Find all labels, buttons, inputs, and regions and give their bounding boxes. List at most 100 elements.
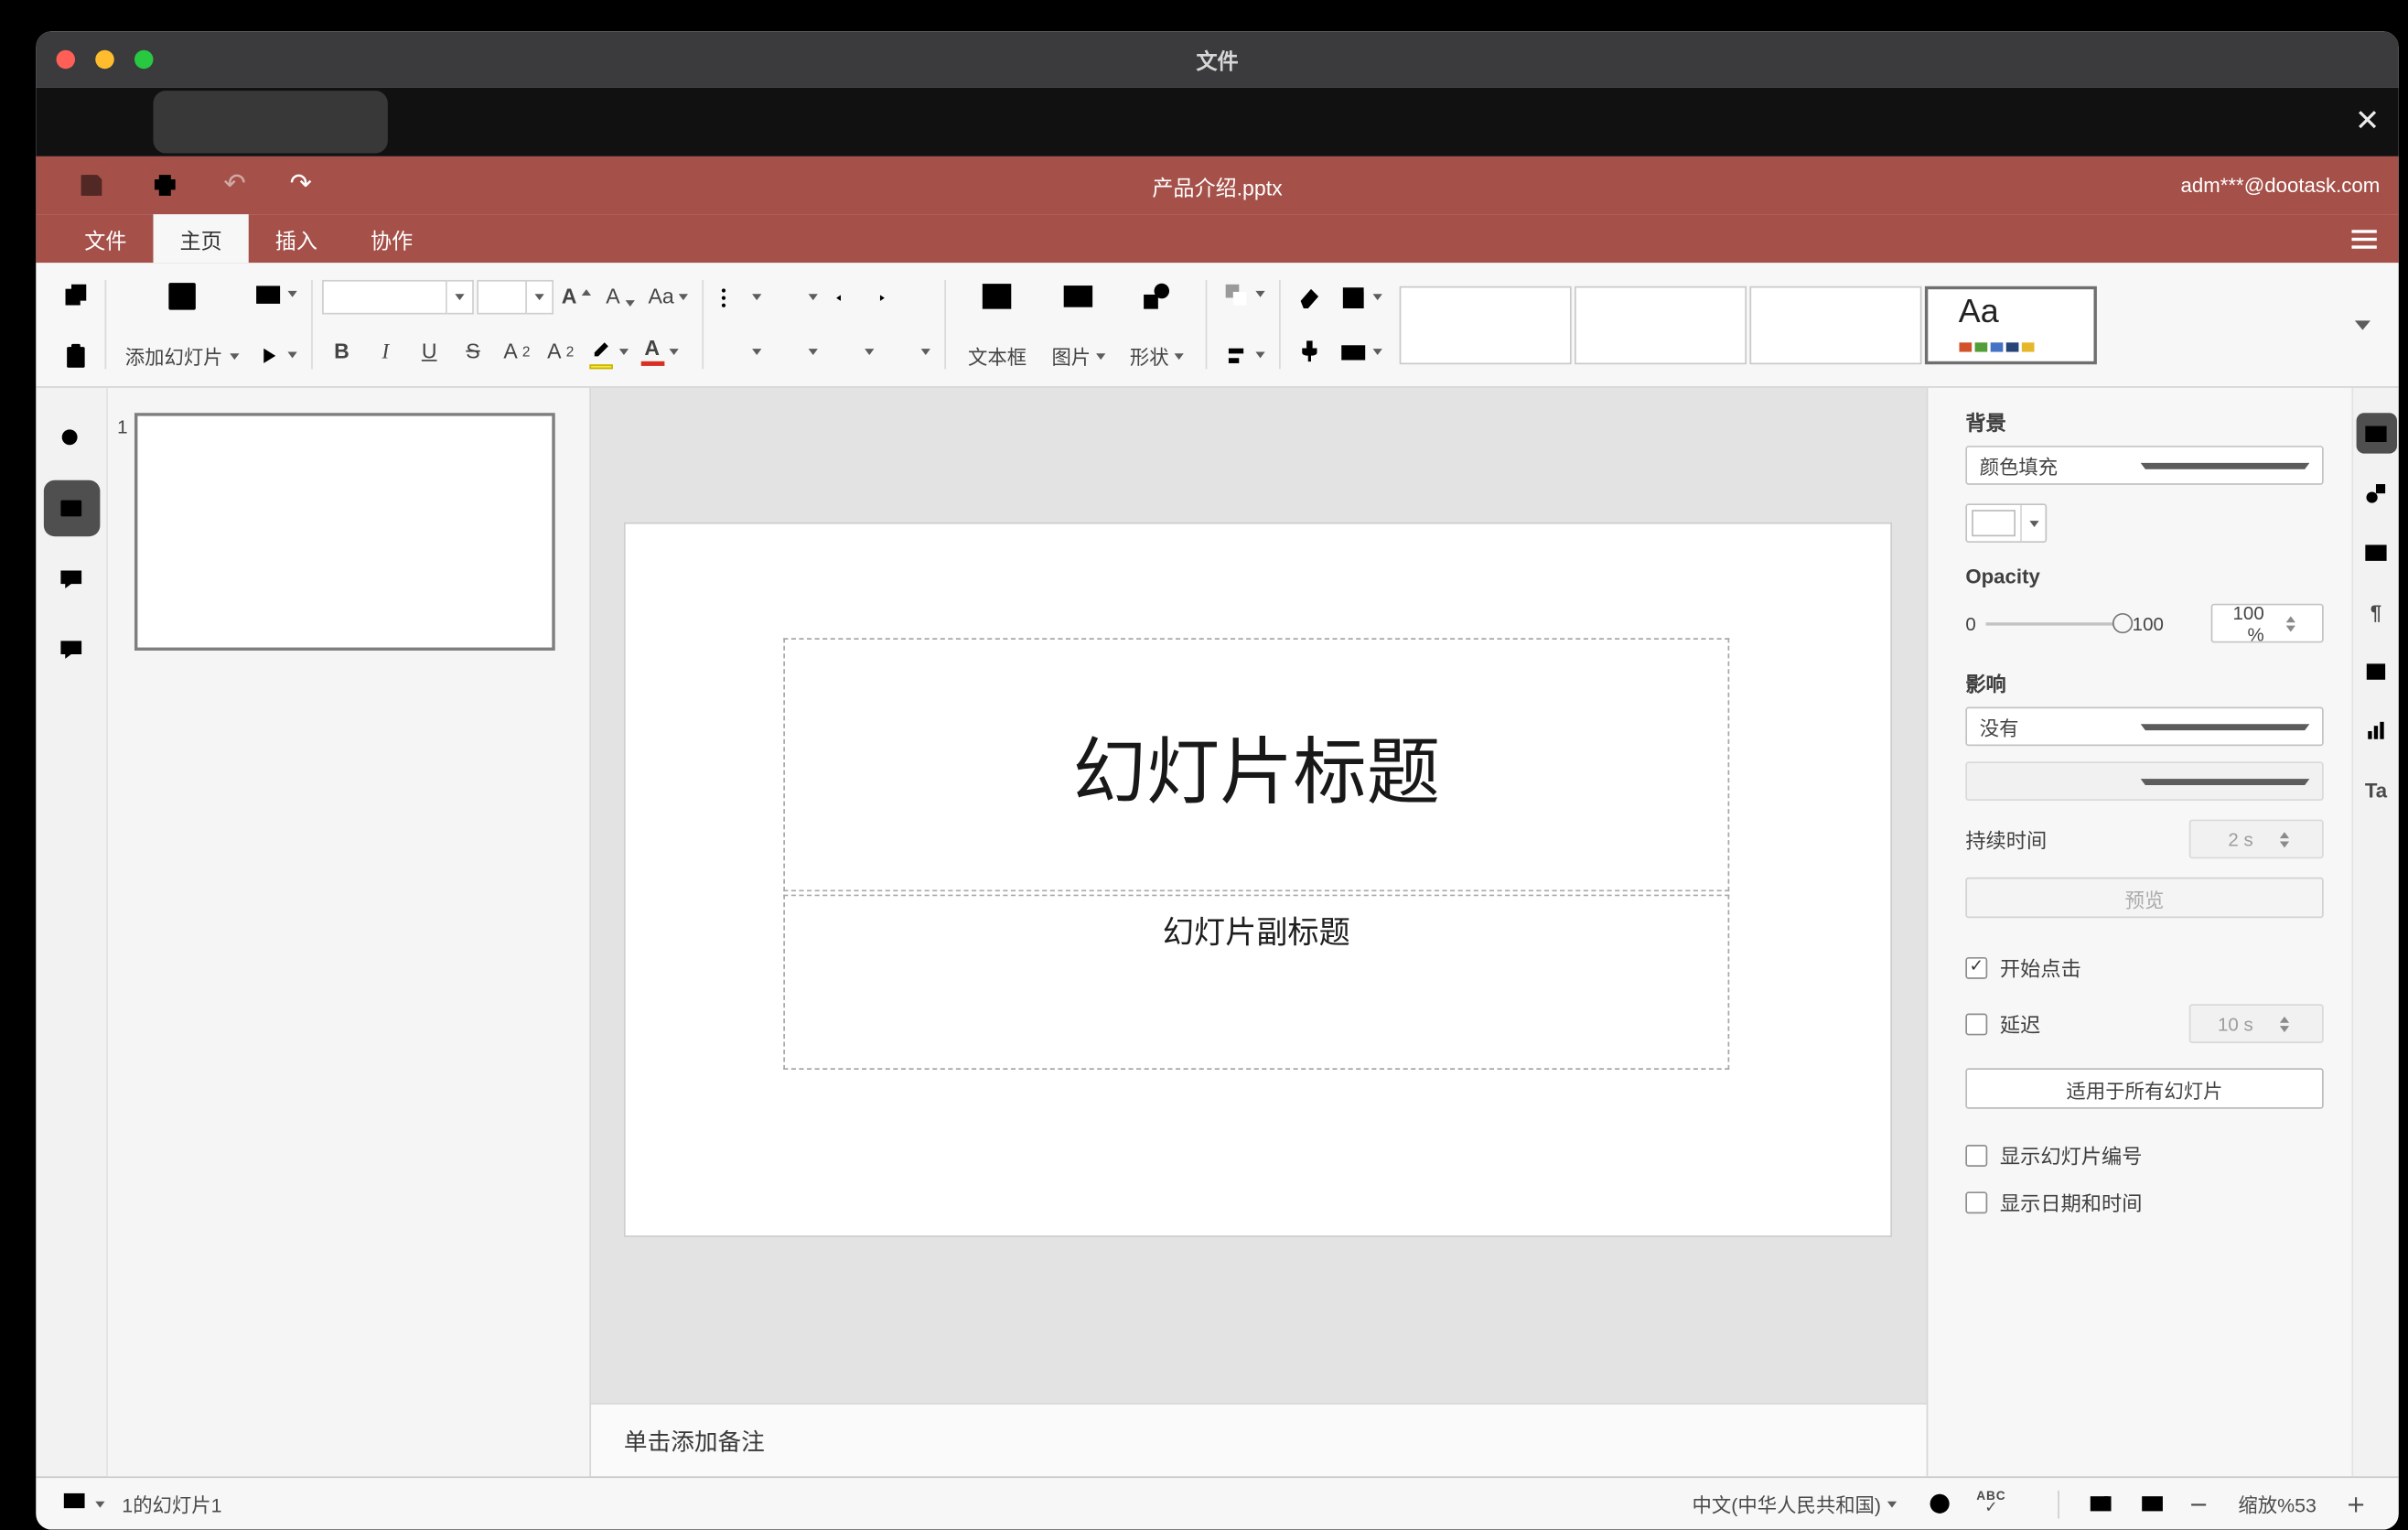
show-date-time-checkbox[interactable] (1965, 1191, 1988, 1213)
print-button[interactable] (150, 170, 179, 199)
change-case-button[interactable]: Aa (643, 277, 693, 318)
table-settings-button[interactable] (2356, 651, 2396, 691)
theme-tile-selected[interactable]: Aa (1924, 285, 2097, 364)
subscript-button[interactable]: A2 (541, 331, 581, 372)
chevron-down-icon (229, 352, 239, 360)
chart-settings-button[interactable] (2356, 710, 2396, 750)
comments-panel-button[interactable] (43, 551, 100, 608)
line-spacing-button[interactable] (825, 331, 878, 372)
spinner[interactable] (2269, 615, 2316, 631)
bold-button[interactable]: B (321, 331, 361, 372)
bullets-button[interactable] (713, 277, 766, 318)
theme-tile-blank-3[interactable] (1748, 285, 1921, 364)
chevron-down-icon (668, 349, 678, 355)
insert-shape-button[interactable]: 形状 (1117, 274, 1195, 375)
theme-tile-blank-1[interactable] (1398, 285, 1571, 364)
start-slideshow-status-button[interactable] (55, 1483, 110, 1524)
spellcheck-button[interactable]: ABC ✓ (1972, 1483, 2010, 1524)
language-button[interactable]: 中文(中华人民共和国) (1687, 1483, 1901, 1524)
undo-icon: ↶ (223, 168, 246, 200)
copy-button[interactable] (55, 274, 95, 314)
chevron-down-icon (618, 349, 629, 355)
slide-thumbnails-panel: 1 (107, 387, 592, 1477)
align-shape-button[interactable] (1216, 335, 1269, 375)
set-language-button[interactable] (1920, 1483, 1960, 1524)
slide-settings-button[interactable] (2355, 413, 2397, 454)
highlight-color-button[interactable] (584, 331, 632, 372)
start-slideshow-button[interactable] (248, 335, 301, 375)
shape-fill-button[interactable] (1333, 277, 1386, 318)
opacity-input[interactable]: 100 % (2210, 601, 2324, 645)
font-size-combo[interactable] (476, 279, 554, 315)
effect-select[interactable]: 没有 (1965, 706, 2324, 747)
strikethrough-button[interactable]: S (453, 331, 493, 372)
fit-width-button[interactable] (2133, 1483, 2172, 1524)
language-label: 中文(中华人民共和国) (1692, 1494, 1882, 1517)
textart-settings-button[interactable]: Ta (2356, 770, 2396, 810)
effect-label: 影响 (1965, 672, 2006, 696)
background-color-picker[interactable] (1965, 503, 2048, 544)
font-color-button[interactable]: A (636, 331, 683, 372)
slides-panel-button[interactable] (43, 479, 100, 537)
slide-thumbnail-1[interactable] (134, 413, 555, 651)
fullscreen-window-button[interactable] (134, 49, 154, 70)
horizontal-align-button[interactable] (713, 331, 766, 372)
apply-to-all-button[interactable]: 适用于所有幻灯片 (1965, 1068, 2324, 1109)
zoom-out-button[interactable]: − (2184, 1483, 2213, 1524)
slide-layout-button[interactable] (248, 274, 301, 314)
shape-settings-button[interactable] (2356, 472, 2396, 512)
start-on-click-checkbox[interactable]: ✓ (1965, 956, 1988, 979)
theme-gallery-expand-button[interactable] (2342, 275, 2382, 374)
style-group (1289, 274, 1386, 375)
save-button[interactable] (77, 170, 106, 199)
close-window-button[interactable] (56, 49, 76, 70)
image-settings-button[interactable] (2356, 532, 2396, 572)
show-slide-number-checkbox[interactable] (1965, 1144, 1988, 1167)
opacity-slider[interactable] (1985, 612, 2133, 634)
slide-size-button[interactable] (1333, 331, 1386, 372)
minimize-window-button[interactable] (95, 49, 114, 70)
add-slide-button[interactable]: 添加幻灯片 (115, 274, 247, 375)
clear-style-button[interactable] (1289, 277, 1329, 318)
zoom-in-button[interactable]: + (2341, 1483, 2370, 1524)
font-name-combo[interactable] (321, 279, 474, 315)
superscript-button[interactable]: A2 (497, 331, 537, 372)
notes-area[interactable]: 单击添加备注 (591, 1403, 1927, 1477)
arrange-shape-button[interactable] (1216, 274, 1269, 314)
subtitle-placeholder[interactable]: 幻灯片副标题 (783, 894, 1730, 1071)
hamburger-menu-button[interactable] (2351, 214, 2377, 263)
tab-collaboration[interactable]: 协作 (344, 214, 439, 263)
insert-image-button[interactable]: 图片 (1039, 274, 1117, 375)
chevron-down-icon (920, 349, 930, 355)
columns-button[interactable] (882, 331, 935, 372)
tab-insert[interactable]: 插入 (249, 214, 344, 263)
paragraph-settings-button[interactable]: ¶ (2356, 591, 2396, 631)
title-placeholder[interactable]: 幻灯片标题 (783, 638, 1730, 892)
numbering-button[interactable] (769, 277, 822, 318)
slide-1[interactable]: 幻灯片标题 幻灯片副标题 (625, 523, 1891, 1236)
insert-textbox-button[interactable]: 文本框 (955, 274, 1038, 375)
tab-home[interactable]: 主页 (153, 214, 249, 264)
increase-font-button[interactable]: A (556, 277, 597, 318)
decrease-indent-button[interactable] (825, 277, 865, 318)
chat-panel-button[interactable] (43, 621, 100, 678)
delay-checkbox[interactable] (1965, 1012, 1988, 1035)
background-fill-select[interactable]: 颜色填充 (1965, 446, 2324, 485)
copy-style-button[interactable] (1289, 331, 1329, 372)
tab-file[interactable]: 文件 (58, 214, 153, 263)
italic-button[interactable]: I (365, 331, 405, 372)
close-preview-button[interactable]: ✕ (2355, 107, 2380, 136)
undo-button[interactable]: ↶ (223, 168, 246, 200)
vertical-align-button[interactable] (769, 331, 822, 372)
increase-indent-button[interactable] (869, 277, 909, 318)
theme-tile-blank-2[interactable] (1574, 285, 1747, 364)
search-panel-button[interactable] (43, 410, 100, 467)
slide-canvas[interactable]: 幻灯片标题 幻灯片副标题 (591, 387, 1927, 1404)
slider-thumb[interactable] (2112, 612, 2133, 633)
underline-button[interactable]: U (409, 331, 449, 372)
decrease-font-button[interactable]: A (599, 277, 640, 318)
duration-label: 持续时间 (1965, 828, 2048, 853)
fit-slide-button[interactable] (2081, 1483, 2121, 1524)
paste-button[interactable] (55, 335, 95, 375)
redo-button[interactable]: ↷ (290, 171, 312, 199)
